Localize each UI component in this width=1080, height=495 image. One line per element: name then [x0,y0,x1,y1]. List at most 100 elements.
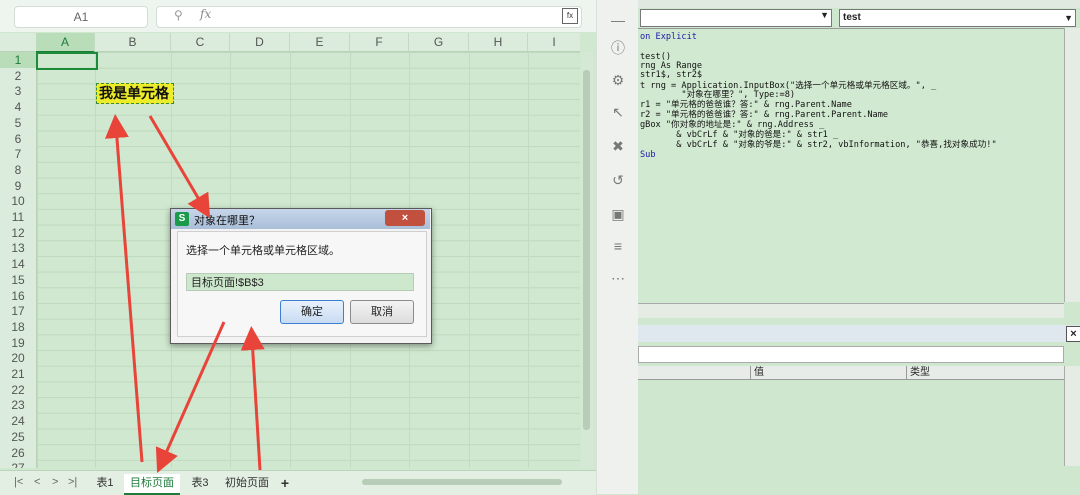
row-header-27[interactable]: 27 [0,460,36,468]
grid-line [95,52,96,468]
row-header-25[interactable]: 25 [0,429,36,445]
row-header-1[interactable]: 1 [0,52,36,68]
locals-column-type[interactable]: 类型 [906,366,930,379]
row-header-23[interactable]: 23 [0,397,36,413]
column-header-c[interactable]: C [171,33,230,51]
row-header-12[interactable]: 12 [0,225,36,241]
find-icon[interactable]: ▣ [610,206,626,222]
procedure-combobox[interactable]: test ▼ [839,9,1076,27]
row-header-26[interactable]: 26 [0,445,36,461]
row-header-15[interactable]: 15 [0,272,36,288]
code-line: on Explicit [640,32,697,42]
row-header-9[interactable]: 9 [0,178,36,194]
locals-vertical-scrollbar[interactable] [1064,366,1080,466]
row-header-18[interactable]: 18 [0,319,36,335]
chevron-down-icon[interactable]: ▼ [820,10,829,20]
row-header-8[interactable]: 8 [0,162,36,178]
dialog-close-button[interactable]: × [385,210,425,226]
grid-line [469,52,470,468]
cell-b3[interactable]: 我是单元格 [96,83,174,104]
style-icon[interactable]: ⚙ [610,72,626,88]
name-box[interactable]: A1 [14,6,148,28]
code-line: str1$, str2$ [640,70,703,80]
code-line: r2 = "单元格的爸爸谁？答:" & rng.Parent.Parent.Na… [640,110,889,120]
column-header-d[interactable]: D [230,33,290,51]
code-line: & vbCrLf & "对象的爷是:" & str2, vbInformatio… [640,140,997,150]
next-sheet-button[interactable]: > [52,476,58,488]
column-header-h[interactable]: H [469,33,528,51]
locals-column-value[interactable]: 值 [750,366,764,379]
dialog-title: 对象在哪里？ [194,215,260,227]
row-header-17[interactable]: 17 [0,303,36,319]
add-sheet-button[interactable]: + [278,474,292,493]
ok-button[interactable]: 确定 [280,300,344,324]
prev-sheet-button[interactable]: < [34,476,40,488]
row-header-14[interactable]: 14 [0,256,36,272]
chevron-down-icon[interactable]: ▼ [1064,10,1073,26]
code-line: gBox "你对象的地址是:" & rng.Address _ [640,120,825,130]
column-header-g[interactable]: G [409,33,469,51]
last-sheet-button[interactable]: >| [68,476,77,488]
code-line: "对象在哪里？", Type:=8) [640,90,796,100]
row-header-6[interactable]: 6 [0,131,36,147]
dialog-input-field[interactable]: 目标页面!$B$3 [186,273,414,291]
column-header-b[interactable]: B [95,33,171,51]
settings-sliders-icon[interactable]: ≡ [610,238,626,254]
vba-editor-topbar [638,0,1080,8]
code-horizontal-scrollbar[interactable] [638,303,1064,318]
row-header-3[interactable]: 3 [0,83,36,99]
row-header-11[interactable]: 11 [0,209,36,225]
first-sheet-button[interactable]: |< [14,476,23,488]
column-header-a[interactable]: A [36,33,95,53]
horizontal-scrollbar-thumb[interactable] [362,479,562,485]
code-vertical-scrollbar[interactable] [1064,28,1080,302]
sheet-tab-target[interactable]: 目标页面 [124,474,180,495]
sheet-tab-3[interactable]: 表3 [186,474,214,493]
vertical-scrollbar-thumb[interactable] [583,70,590,430]
cancel-button[interactable]: 取消 [350,300,414,324]
row-header: 1 2 3 4 5 6 7 8 9 10 11 12 13 14 15 16 1… [0,52,37,468]
sheet-tab-initial[interactable]: 初始页面 [222,474,272,493]
select-cursor-icon[interactable]: ↖ [610,104,626,120]
formula-input[interactable] [156,6,582,28]
sheet-tab-1[interactable]: 表1 [90,474,120,493]
zoom-search-icon[interactable]: ⚲ [174,8,183,22]
procedure-combobox-value: test [843,12,861,23]
tools-icon[interactable]: ✖ [610,138,626,154]
grid-line [528,52,529,468]
row-header-2[interactable]: 2 [0,68,36,84]
row-header-21[interactable]: 21 [0,366,36,382]
code-line: r1 = "单元格的爸爸谁？答:" & rng.Parent.Name [640,100,852,110]
immediate-window-titlebar [638,325,1080,342]
object-combobox[interactable]: ▼ [640,9,832,27]
row-header-13[interactable]: 13 [0,240,36,256]
row-header-22[interactable]: 22 [0,382,36,398]
code-line: & vbCrLf & "对象的爸是:" & str1 _ [640,130,839,140]
column-header-i[interactable]: I [528,33,580,51]
selected-cell-a1[interactable] [36,52,98,70]
expand-formula-icon[interactable]: fx [562,8,578,24]
column-header: A B C D E F G H I [0,33,580,53]
row-header-10[interactable]: 10 [0,193,36,209]
row-header-24[interactable]: 24 [0,413,36,429]
side-toolbar: — ⓘ ⚙ ↖ ✖ ↺ ▣ ≡ ⋯ [596,0,639,494]
row-header-7[interactable]: 7 [0,146,36,162]
more-icon[interactable]: ⋯ [610,270,626,286]
close-icon[interactable]: × [1066,326,1080,342]
immediate-input[interactable] [638,346,1064,363]
row-header-20[interactable]: 20 [0,350,36,366]
backup-icon[interactable]: ↺ [610,172,626,188]
locals-header: 值 类型 [638,366,1064,380]
row-header-19[interactable]: 19 [0,335,36,351]
row-header-5[interactable]: 5 [0,115,36,131]
fx-icon[interactable]: fx [200,7,211,21]
wps-app-icon: S [175,212,189,226]
column-header-e[interactable]: E [290,33,350,51]
help-icon[interactable]: ⓘ [610,40,626,56]
row-header-16[interactable]: 16 [0,288,36,304]
minimize-icon[interactable]: — [610,12,626,28]
code-line: Sub [640,150,656,160]
column-header-f[interactable]: F [350,33,409,51]
dialog-prompt: 选择一个单元格或单元格区域。 [186,245,340,257]
row-header-4[interactable]: 4 [0,99,36,115]
